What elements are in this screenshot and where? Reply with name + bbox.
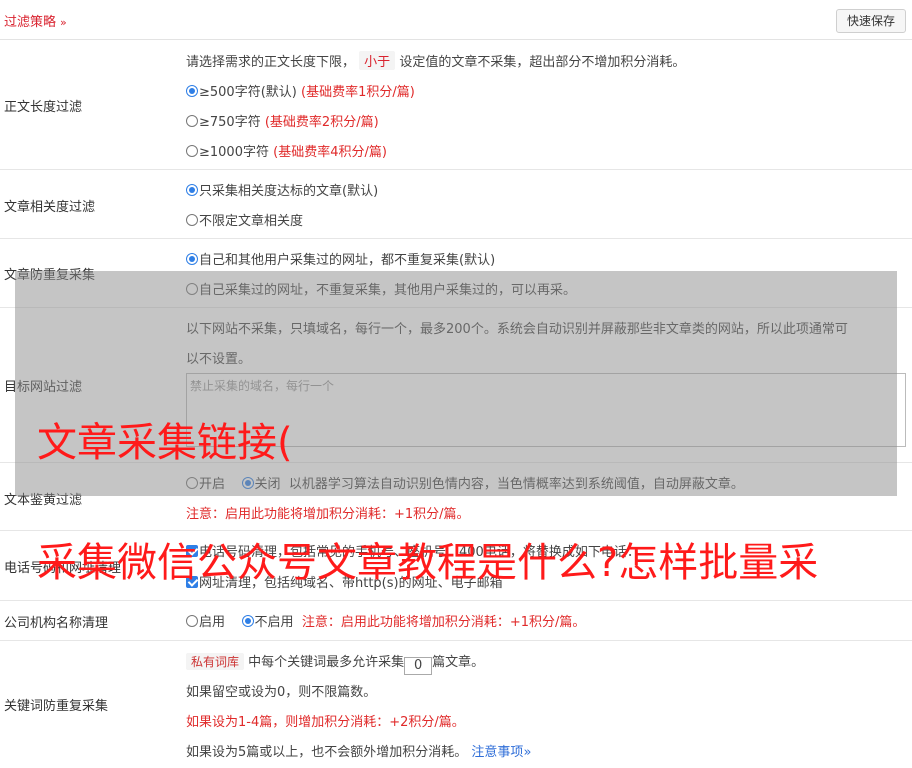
radio-unselected[interactable] xyxy=(186,615,198,627)
org-clean-label: 公司机构名称清理 xyxy=(4,616,109,631)
org-off-option[interactable]: 不启用 xyxy=(241,615,294,630)
radio-unselected[interactable] xyxy=(186,145,198,157)
keyword-dedup-line3: 如果设为1-4篇，则增加积分消耗：+2积分/篇。 xyxy=(186,715,465,730)
double-chevron-down-icon: » xyxy=(60,16,67,29)
quick-save-button[interactable]: 快速保存 xyxy=(836,9,906,33)
option-rate: (基础费率2积分/篇) xyxy=(264,115,379,130)
length-option-1000[interactable]: ≥1000字符 (基础费率4积分/篇) xyxy=(186,141,387,160)
relevance-filter-label: 文章相关度过滤 xyxy=(4,200,96,215)
org-clean-options: 启用 不启用 注意：启用此功能将增加积分消耗：+1积分/篇。 xyxy=(186,611,585,630)
keyword-text: 篇文章。 xyxy=(432,655,485,670)
option-label: ≥500字符(默认) xyxy=(199,85,297,100)
radio-unselected[interactable] xyxy=(186,115,198,127)
org-on-option[interactable]: 启用 xyxy=(186,615,225,630)
length-filter-description: 请选择需求的正文长度下限， 小于 设定值的文章不采集，超出部分不增加积分消耗。 xyxy=(186,51,685,70)
porn-filter-note: 注意：启用此功能将增加积分消耗：+1积分/篇。 xyxy=(186,507,470,522)
relevance-option-unlimited[interactable]: 不限定文章相关度 xyxy=(186,210,303,229)
option-label: 不启用 xyxy=(254,615,294,630)
radio-selected[interactable] xyxy=(186,184,198,196)
notes-link[interactable]: 注意事项» xyxy=(471,745,531,760)
max-articles-input[interactable]: 0 xyxy=(404,657,433,675)
description-text: 设定值的文章不采集，超出部分不增加积分消耗。 xyxy=(399,55,686,70)
keyword-dedup-line4: 如果设为5篇或以上，也不会额外增加积分消耗。 注意事项» xyxy=(186,741,531,760)
option-label: 启用 xyxy=(199,615,226,630)
org-clean-note: 注意：启用此功能将增加积分消耗：+1积分/篇。 xyxy=(301,615,586,630)
notes-link-label: 注意事项 xyxy=(471,745,524,760)
option-label: 只采集相关度达标的文章(默认) xyxy=(199,184,379,199)
settings-header: 过滤策略» 快速保存 xyxy=(0,0,912,40)
private-lexicon-tag[interactable]: 私有词库 xyxy=(186,653,245,670)
radio-selected[interactable] xyxy=(186,253,198,265)
radio-selected[interactable] xyxy=(241,615,254,627)
relevance-option-qualified[interactable]: 只采集相关度达标的文章(默认) xyxy=(186,180,378,199)
keyword-text: 如果设为5篇或以上，也不会额外增加积分消耗。 xyxy=(186,745,468,760)
option-label: ≥750字符 xyxy=(199,115,261,130)
radio-unselected[interactable] xyxy=(186,214,198,226)
length-option-500[interactable]: ≥500字符(默认) (基础费率1积分/篇) xyxy=(186,81,415,100)
length-filter-label: 正文长度过滤 xyxy=(4,100,83,115)
keyword-dedup-line1: 私有词库 中每个关键词最多允许采集 0 篇文章。 xyxy=(186,651,484,675)
filter-strategy-toggle[interactable]: 过滤策略» xyxy=(4,11,67,30)
watermark-title: 文章采集链接( xyxy=(37,420,293,466)
less-than-tag: 小于 xyxy=(359,51,396,70)
keyword-text: 中每个关键词最多允许采集 xyxy=(248,655,405,670)
keyword-dedup-line2: 如果留空或设为0，则不限篇数。 xyxy=(186,685,377,700)
length-option-750[interactable]: ≥750字符 (基础费率2积分/篇) xyxy=(186,111,379,130)
option-label: 自己和其他用户采集过的网址，都不重复采集(默认) xyxy=(199,253,496,268)
section-title: 过滤策略 xyxy=(4,15,57,30)
chevron-down-icon: » xyxy=(523,745,532,760)
option-label: 不限定文章相关度 xyxy=(199,214,304,229)
option-rate: (基础费率1积分/篇) xyxy=(301,85,415,100)
watermark-subtitle: 采集微信公众号文章教程是什么?怎样批量采 xyxy=(37,540,819,586)
dedup-option-all[interactable]: 自己和其他用户采集过的网址，都不重复采集(默认) xyxy=(186,249,495,268)
relevance-filter-row: 文章相关度过滤 xyxy=(0,170,912,239)
description-text: 请选择需求的正文长度下限， xyxy=(186,55,356,70)
option-label: ≥1000字符 xyxy=(199,145,269,160)
radio-selected[interactable] xyxy=(186,85,198,97)
keyword-dedup-label: 关键词防重复采集 xyxy=(4,699,109,714)
option-rate: (基础费率4积分/篇) xyxy=(273,145,387,160)
